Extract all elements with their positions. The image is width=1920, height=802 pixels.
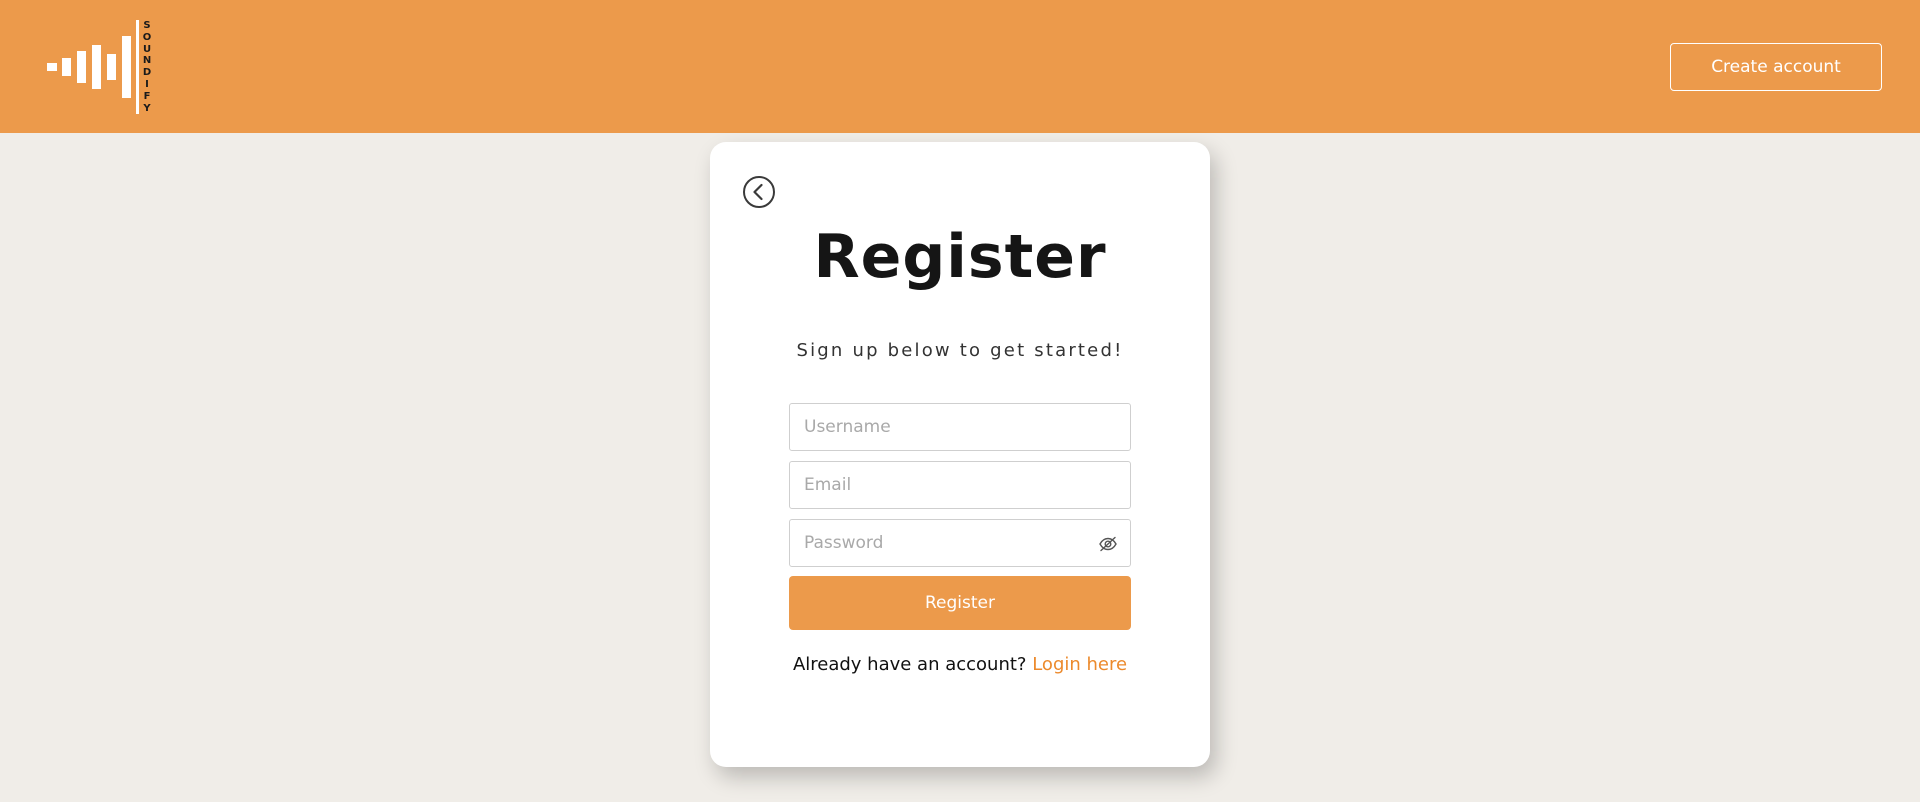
login-prompt-text: Already have an account?	[792, 654, 1027, 675]
login-link[interactable]: Login here	[1032, 654, 1127, 675]
brand-letter: D	[142, 67, 152, 79]
username-input[interactable]	[790, 404, 1130, 450]
brand-letter: N	[142, 55, 152, 67]
create-account-button[interactable]: Create account	[1670, 43, 1882, 91]
brand-letter: F	[143, 90, 151, 102]
brand-letter: I	[145, 78, 149, 90]
top-bar: S O U N D I F Y Create account	[0, 0, 1920, 133]
page-title: Register	[813, 222, 1107, 292]
brand-letter: U	[142, 43, 152, 55]
register-card: Register Sign up below to get started! R…	[710, 142, 1210, 767]
email-field	[789, 461, 1131, 509]
back-button[interactable]	[742, 175, 776, 209]
chevron-left-circle-icon	[743, 176, 775, 208]
brand-letter: S	[143, 20, 151, 31]
login-prompt-line: Already have an account? Login here	[710, 654, 1210, 675]
email-input[interactable]	[790, 462, 1130, 508]
password-field	[789, 519, 1131, 567]
soundify-logo[interactable]: S O U N D I F Y	[45, 18, 157, 116]
brand-letter: Y	[143, 102, 151, 114]
page-subtitle: Sign up below to get started!	[796, 340, 1124, 361]
password-input[interactable]	[790, 520, 1130, 566]
eye-slash-icon	[1099, 536, 1117, 552]
register-button[interactable]: Register	[789, 576, 1131, 630]
password-visibility-toggle[interactable]	[1098, 534, 1118, 554]
brand-wordmark: S O U N D I F Y	[141, 20, 153, 114]
brand-letter: O	[142, 31, 152, 43]
username-field	[789, 403, 1131, 451]
